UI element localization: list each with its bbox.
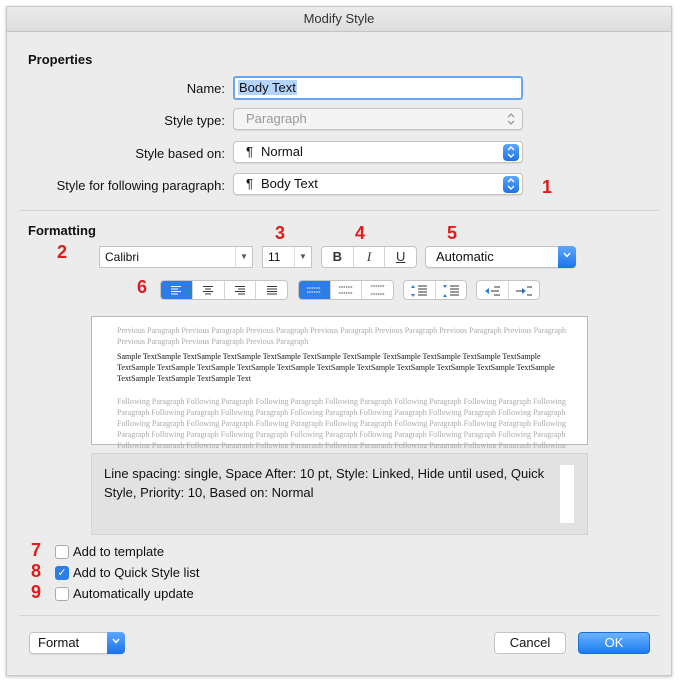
align-right-button[interactable] [225, 281, 257, 299]
double-spacing-button[interactable] [362, 281, 393, 299]
add-to-template-checkbox[interactable] [55, 545, 69, 559]
font-color-popup[interactable]: Automatic [425, 246, 576, 268]
annotation-4: 4 [355, 223, 366, 243]
decrease-indent-icon [485, 286, 501, 296]
footer-divider [19, 615, 659, 616]
name-field-value: Body Text [238, 80, 297, 95]
style-type-label: Style type: [164, 113, 225, 128]
following-paragraph-popup[interactable]: ¶ Body Text [233, 173, 523, 195]
paragraph-spacing-group [403, 280, 467, 300]
single-spacing-icon [307, 287, 322, 293]
add-to-quick-style-label: Add to Quick Style list [73, 565, 200, 580]
indent-group [476, 280, 540, 300]
section-divider [19, 210, 659, 211]
style-description: Line spacing: single, Space After: 10 pt… [91, 453, 588, 535]
properties-heading: Properties [28, 52, 93, 67]
annotation-5: 5 [447, 223, 458, 243]
space-after-button[interactable] [436, 281, 467, 299]
font-value: Calibri [105, 250, 140, 264]
following-paragraph-label: Style for following paragraph: [56, 178, 225, 193]
based-on-label: Style based on: [135, 146, 225, 161]
align-center-icon [203, 286, 214, 295]
font-combobox[interactable]: Calibri ▼ [99, 246, 253, 268]
space-before-button[interactable] [404, 281, 436, 299]
annotation-8: 8 [31, 561, 42, 581]
chevron-down-icon [558, 246, 576, 268]
updown-chevron-icon [503, 176, 519, 193]
preview-sample-text: Sample TextSample TextSample TextSample … [117, 352, 555, 383]
annotation-7: 7 [31, 540, 42, 560]
align-left-button[interactable] [161, 281, 193, 299]
format-label: Format [38, 635, 80, 650]
format-popup-button[interactable]: Format [29, 632, 125, 654]
auto-update-label: Automatically update [73, 586, 194, 601]
style-preview: Previous Paragraph Previous Paragraph Pr… [91, 316, 588, 448]
chevron-down-icon[interactable]: ▼ [294, 247, 311, 267]
font-size-combobox[interactable]: 11 ▼ [262, 246, 312, 268]
auto-update-checkbox[interactable] [55, 587, 69, 601]
based-on-value: Normal [260, 144, 303, 159]
increase-indent-icon [515, 286, 532, 296]
single-spacing-button[interactable] [299, 281, 331, 299]
one-half-spacing-icon [339, 286, 353, 294]
align-left-icon [171, 286, 182, 295]
style-description-text: Line spacing: single, Space After: 10 pt… [104, 466, 545, 500]
modify-style-dialog: Modify Style Properties Name: Body Text … [6, 6, 672, 676]
align-right-icon [234, 286, 245, 295]
name-label: Name: [186, 81, 225, 96]
style-type-value: Paragraph [246, 111, 307, 126]
space-before-icon [411, 285, 428, 297]
italic-button[interactable]: I [354, 247, 386, 267]
based-on-popup[interactable]: ¶ Normal [233, 141, 523, 163]
underline-button[interactable]: U [385, 247, 416, 267]
pilcrow-icon: ¶ [246, 144, 253, 159]
updown-chevron-icon [503, 144, 519, 161]
add-to-template-label: Add to template [73, 544, 165, 559]
description-scrollbar[interactable] [559, 464, 575, 524]
increase-indent-button[interactable] [509, 281, 540, 299]
updown-chevron-icon [503, 111, 519, 128]
annotation-3: 3 [275, 223, 286, 243]
add-to-quick-style-checkbox[interactable]: ✓ [55, 566, 69, 580]
chevron-down-icon[interactable]: ▼ [235, 247, 252, 267]
pilcrow-icon: ¶ [246, 176, 253, 191]
font-size-value: 11 [268, 250, 281, 264]
decrease-indent-button[interactable] [477, 281, 509, 299]
chevron-down-icon [107, 632, 125, 654]
text-style-group: B I U [321, 246, 417, 268]
double-spacing-icon [370, 285, 385, 295]
annotation-6: 6 [137, 277, 148, 297]
annotation-2: 2 [57, 242, 68, 262]
ok-button[interactable]: OK [578, 632, 650, 654]
preview-following-paragraph: Following Paragraph Following Paragraph … [117, 397, 566, 448]
one-half-spacing-button[interactable] [331, 281, 363, 299]
checkmark-icon: ✓ [57, 567, 67, 579]
annotation-1: 1 [542, 177, 553, 197]
cancel-button[interactable]: Cancel [494, 632, 566, 654]
window-title: Modify Style [7, 7, 671, 32]
annotation-9: 9 [31, 582, 42, 602]
alignment-group [160, 280, 288, 300]
bold-button[interactable]: B [322, 247, 354, 267]
align-center-button[interactable] [193, 281, 225, 299]
justify-button[interactable] [256, 281, 287, 299]
style-type-popup[interactable]: Paragraph [233, 108, 523, 130]
space-after-icon [442, 285, 459, 297]
name-field[interactable]: Body Text [233, 76, 523, 100]
font-color-value: Automatic [436, 249, 494, 264]
following-paragraph-value: Body Text [260, 176, 318, 191]
justify-icon [266, 286, 277, 295]
formatting-heading: Formatting [28, 223, 96, 238]
preview-previous-paragraph: Previous Paragraph Previous Paragraph Pr… [117, 326, 567, 346]
line-spacing-group [298, 280, 394, 300]
